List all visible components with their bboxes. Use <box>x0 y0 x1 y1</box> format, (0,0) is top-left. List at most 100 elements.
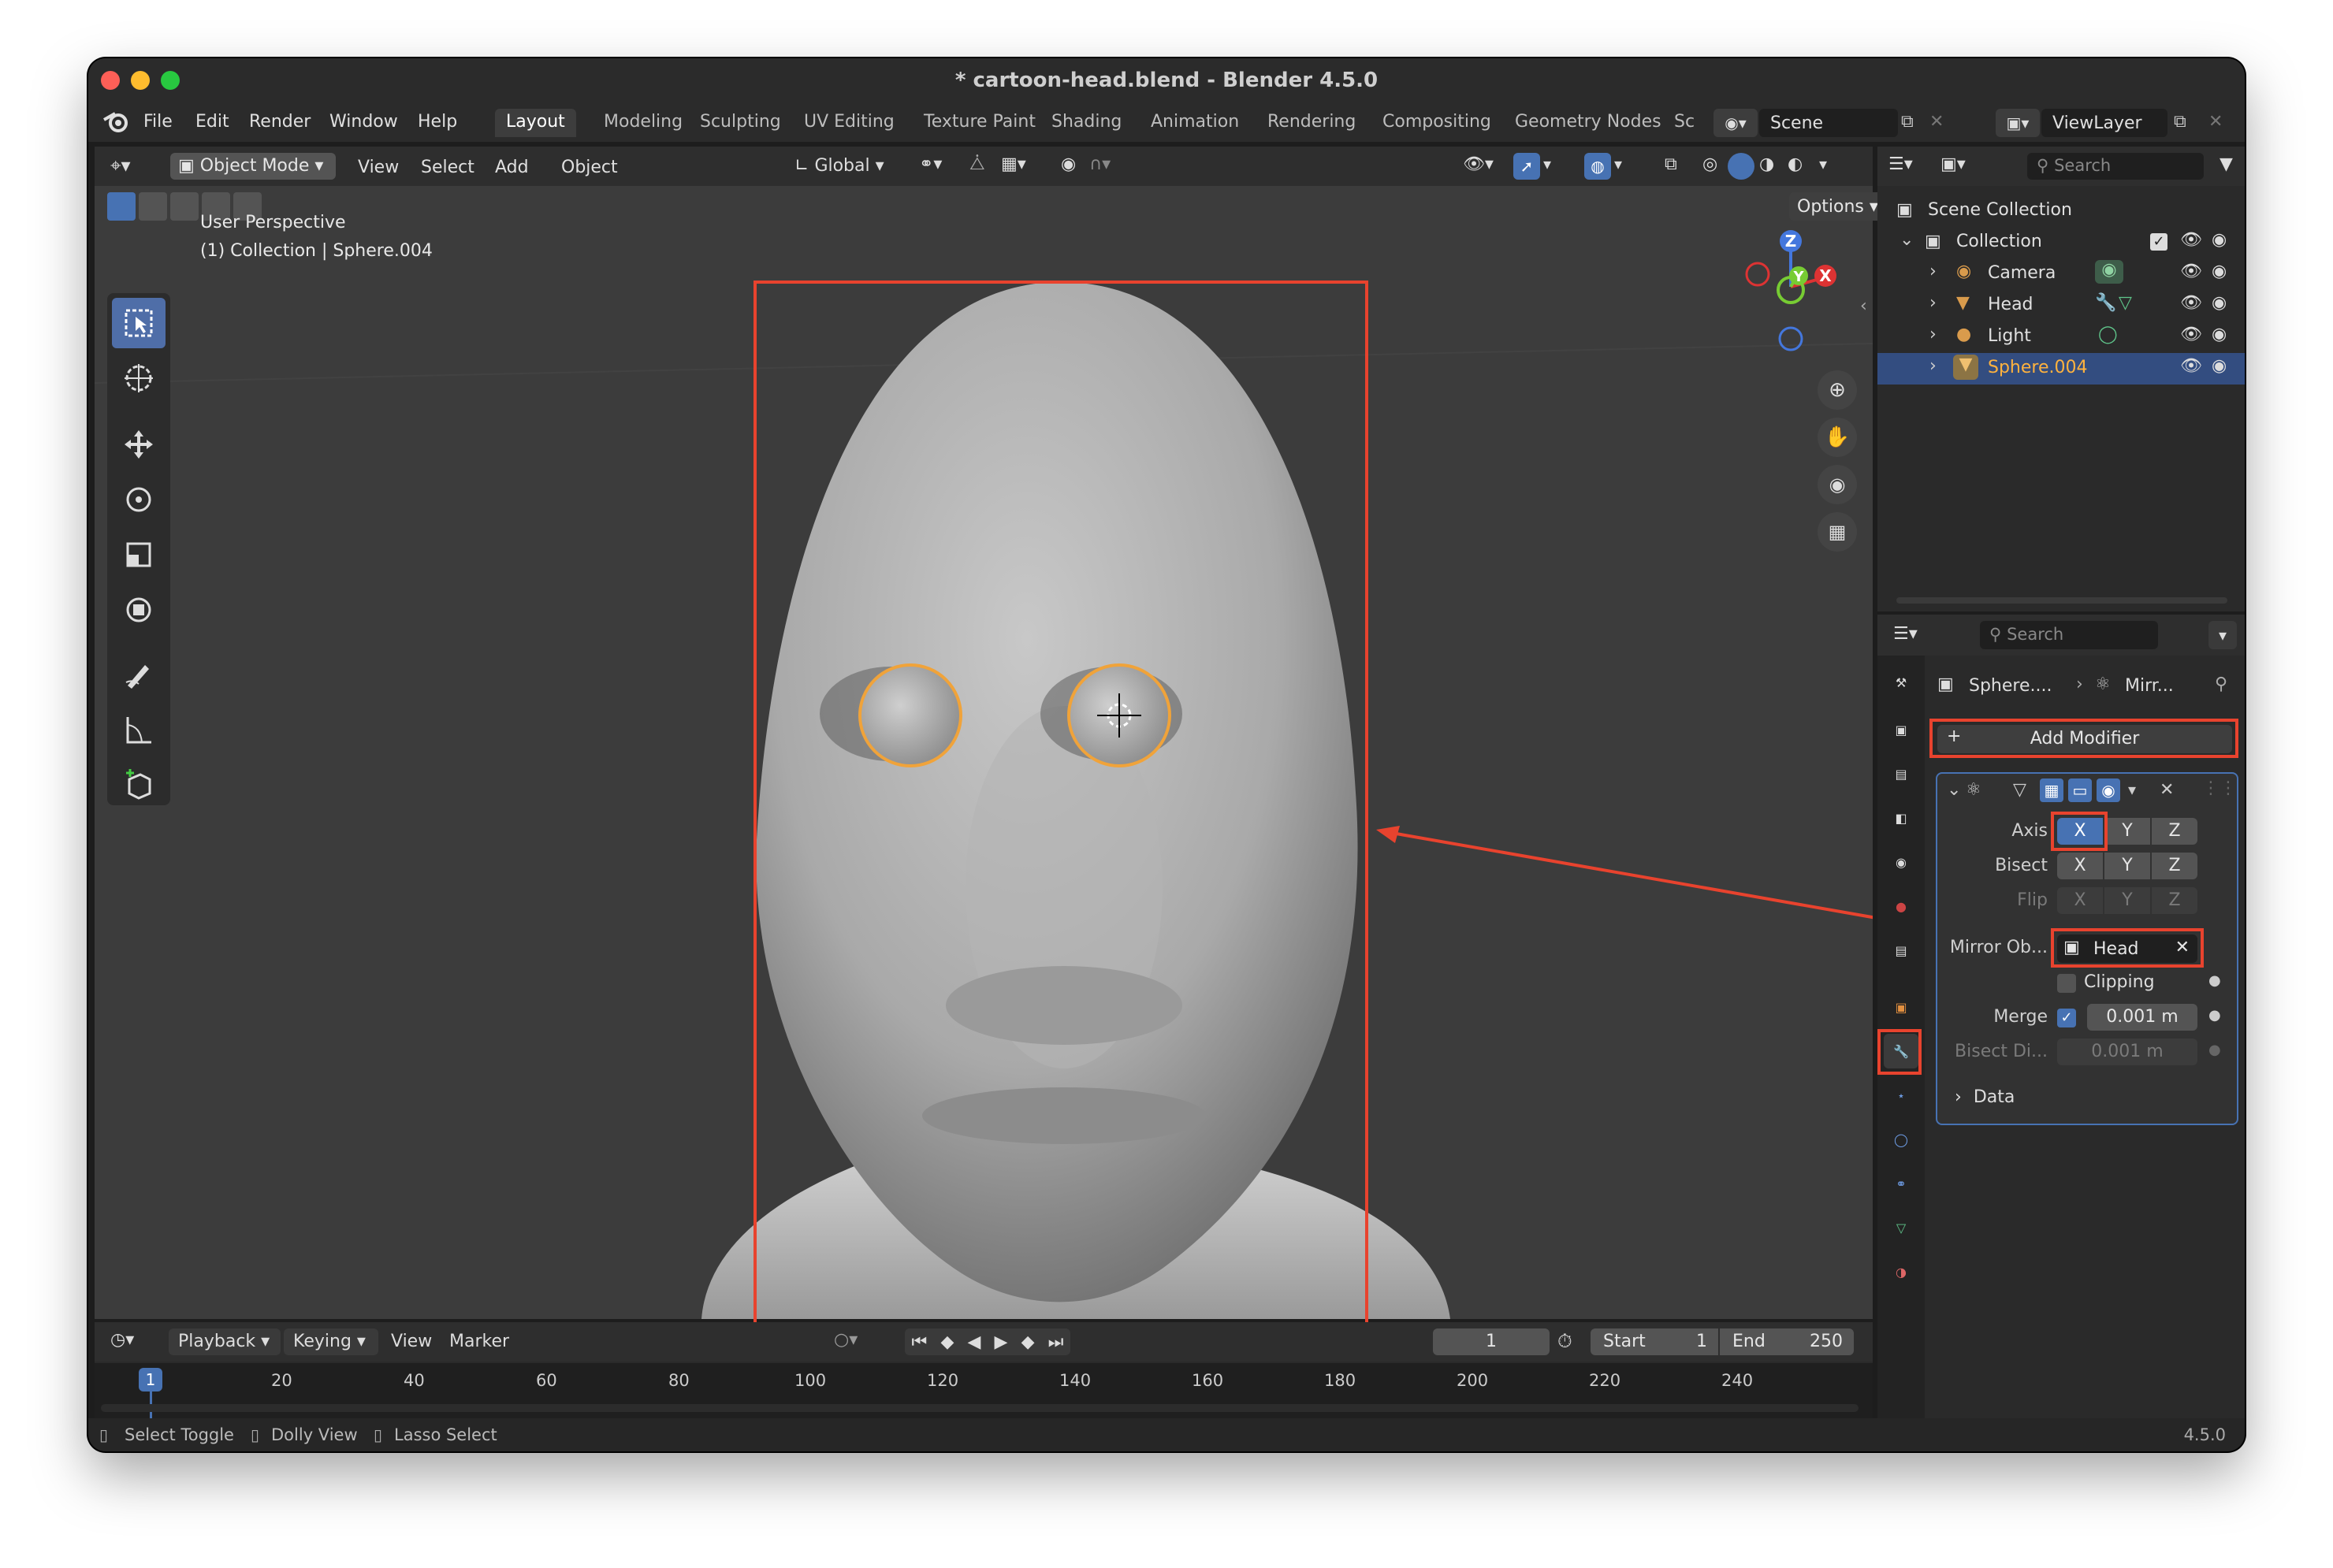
xray-icon[interactable]: ⧉ <box>1665 154 1677 174</box>
chevron-down-icon[interactable]: ⌄ <box>1900 230 1914 250</box>
rotate-tool-icon[interactable] <box>112 474 166 525</box>
gizmo-dropdown-icon[interactable]: ▾ <box>1543 154 1551 173</box>
axis-z-toggle[interactable]: Z <box>2152 818 2197 845</box>
collapse-chevron-icon[interactable]: ⌄ <box>1947 780 1961 800</box>
tool-tab-icon[interactable]: ⚒ <box>1884 665 1918 700</box>
jump-end-icon[interactable]: ⏭ <box>1048 1332 1064 1352</box>
select-new-icon[interactable] <box>107 192 136 221</box>
move-tool-icon[interactable] <box>112 419 166 470</box>
timeline-scrollbar[interactable] <box>101 1404 1859 1412</box>
overlays-dropdown-icon[interactable]: ▾ <box>1614 154 1622 173</box>
scene-browse-icon[interactable]: ◉▾ <box>1713 109 1758 137</box>
keyframe-dot-icon[interactable]: ● <box>2208 972 2221 989</box>
ortho-grid-icon[interactable]: ▦ <box>1818 512 1857 552</box>
next-keyframe-icon[interactable]: ◆ <box>1021 1332 1035 1352</box>
snap-target-icon[interactable]: ▦▾ <box>1001 154 1026 174</box>
pivot-point-icon[interactable]: ⚭▾ <box>919 154 942 174</box>
tab-scripting[interactable]: Sc <box>1663 109 1706 137</box>
timeline-menu-view[interactable]: View <box>391 1332 432 1351</box>
chevron-right-icon[interactable]: › <box>1929 293 1937 313</box>
play-icon[interactable]: ▶ <box>995 1332 1008 1352</box>
shading-rendered-icon[interactable]: ◐ <box>1788 154 1803 174</box>
scene-field[interactable]: Scene <box>1759 109 1898 137</box>
tab-rendering[interactable]: Rendering <box>1256 109 1367 137</box>
viewport-display-icon[interactable]: ▭ <box>2068 778 2092 802</box>
flip-x-toggle[interactable]: X <box>2057 887 2103 914</box>
properties-options-icon[interactable]: ▾ <box>2208 621 2237 649</box>
merge-checkbox[interactable]: ✓ <box>2057 1009 2076 1027</box>
tab-layout[interactable]: Layout <box>495 109 576 137</box>
transform-orientation-dropdown[interactable]: ∟ Global ▾ <box>790 153 908 180</box>
world-tab-icon[interactable]: ● <box>1884 889 1918 923</box>
chevron-right-icon[interactable]: › <box>1929 325 1937 344</box>
zoom-icon[interactable]: ⊕ <box>1818 370 1857 410</box>
particles-tab-icon[interactable]: ⋆ <box>1884 1078 1918 1113</box>
collection-row[interactable]: ⌄ ▣ Collection ✓ 👁 ◉ <box>1877 227 2245 258</box>
timeline-editor-type-icon[interactable]: ◷▾ <box>110 1330 134 1350</box>
filter-icon[interactable]: ▼ <box>2220 154 2233 174</box>
timeline-ruler[interactable]: 1 20 40 60 80 100 120 140 160 180 200 22… <box>95 1363 1873 1418</box>
bisect-x-toggle[interactable]: X <box>2057 853 2103 879</box>
cursor-tool-icon[interactable] <box>112 353 166 403</box>
bisect-z-toggle[interactable]: Z <box>2152 853 2197 879</box>
shading-solid-icon[interactable] <box>1728 153 1754 180</box>
properties-search-input[interactable]: ⚲ Search <box>1980 621 2158 649</box>
keying-menu[interactable]: Keying ▾ <box>284 1328 378 1355</box>
physics-tab-icon[interactable]: ◯ <box>1884 1122 1918 1157</box>
outliner-editor-type-icon[interactable]: ☰▾ <box>1888 154 1913 174</box>
constraints-tab-icon[interactable]: ⚭ <box>1884 1166 1918 1201</box>
playhead-frame[interactable]: 1 <box>139 1368 162 1392</box>
eye-icon[interactable]: 👁 <box>2180 325 2202 344</box>
light-data-icon[interactable]: ◯ <box>2098 325 2118 344</box>
bisect-distance-field[interactable]: 0.001 m <box>2057 1039 2197 1065</box>
start-frame-field[interactable]: Start 1 <box>1591 1328 1718 1355</box>
shading-dropdown-icon[interactable]: ▾ <box>1819 154 1827 173</box>
sidebar-toggle-chevron-icon[interactable]: ‹ <box>1860 296 1867 316</box>
outliner-row-head[interactable]: › ▼ Head 🔧 ▽ 👁 ◉ <box>1877 290 2245 321</box>
prev-keyframe-icon[interactable]: ◆ <box>940 1332 954 1352</box>
viewlayer-browse-icon[interactable]: ▣▾ <box>1996 109 2040 137</box>
viewport-menu-view[interactable]: View <box>358 158 399 177</box>
transform-tool-icon[interactable] <box>112 585 166 635</box>
pan-hand-icon[interactable]: ✋ <box>1818 418 1857 457</box>
playback-menu[interactable]: Playback ▾ <box>169 1328 281 1355</box>
scale-tool-icon[interactable] <box>112 529 166 580</box>
keyframe-dot-icon[interactable]: ● <box>2208 1042 2221 1058</box>
select-subtract-icon[interactable] <box>170 192 199 221</box>
mesh-data-icon[interactable]: ▽ <box>2119 293 2132 313</box>
snap-icon[interactable]: ⧊ <box>969 154 985 174</box>
visibility-icon[interactable]: 👁▾ <box>1463 154 1494 174</box>
viewport-menu-select[interactable]: Select <box>421 158 474 177</box>
axis-y-toggle[interactable]: Y <box>2104 818 2150 845</box>
chevron-right-icon[interactable]: › <box>1929 356 1937 376</box>
merge-distance-field[interactable]: 0.001 m <box>2087 1004 2197 1031</box>
eye-icon[interactable]: 👁 <box>2180 293 2202 313</box>
tab-sculpting[interactable]: Sculpting <box>689 109 792 137</box>
3d-viewport[interactable]: ⌖▾ ▣ Object Mode ▾ View Select Add Objec… <box>95 147 1887 1336</box>
editor-type-icon[interactable]: ⌖▾ <box>110 154 131 176</box>
output-tab-icon[interactable]: ▤ <box>1884 756 1918 791</box>
camera-view-icon[interactable]: ◉ <box>1818 465 1857 504</box>
clipping-checkbox[interactable] <box>2057 974 2076 993</box>
scene-collection-row[interactable]: ▣ Scene Collection <box>1877 195 2245 227</box>
blender-logo-icon[interactable] <box>102 110 129 134</box>
shading-wireframe-icon[interactable]: ◎ <box>1702 154 1717 174</box>
remove-modifier-icon[interactable]: ✕ <box>2160 780 2174 800</box>
select-extend-icon[interactable] <box>139 192 167 221</box>
tab-animation[interactable]: Animation <box>1140 109 1250 137</box>
scene-tab-icon[interactable]: ◉ <box>1884 845 1918 879</box>
measure-tool-icon[interactable] <box>112 704 166 755</box>
collection-tab-icon[interactable]: ▤ <box>1884 933 1918 968</box>
camera-render-icon[interactable]: ◉ <box>2212 230 2227 250</box>
tab-modeling[interactable]: Modeling <box>593 109 694 137</box>
mode-dropdown[interactable]: ▣ Object Mode ▾ <box>170 153 336 180</box>
outliner-row-light[interactable]: › ● Light ◯ 👁 ◉ <box>1877 321 2245 353</box>
render-camera-icon[interactable]: ◉ <box>2097 778 2120 802</box>
flip-z-toggle[interactable]: Z <box>2152 887 2197 914</box>
display-mode-icon[interactable]: ▣▾ <box>1940 154 1966 174</box>
camera-render-icon[interactable]: ◉ <box>2212 356 2227 376</box>
camera-render-icon[interactable]: ◉ <box>2212 293 2227 313</box>
jump-start-icon[interactable]: ⏮ <box>912 1332 928 1352</box>
bisect-y-toggle[interactable]: Y <box>2104 853 2150 879</box>
camera-render-icon[interactable]: ◉ <box>2212 325 2227 344</box>
